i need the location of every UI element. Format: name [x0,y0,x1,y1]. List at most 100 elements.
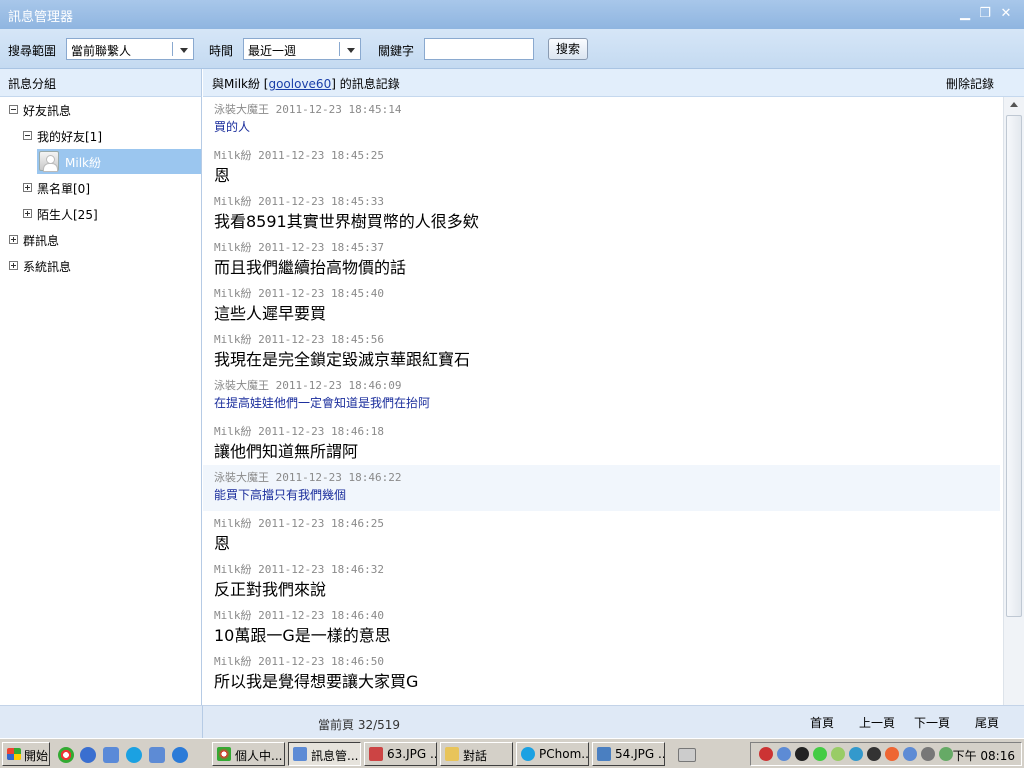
collapse-icon[interactable] [9,105,18,114]
chevron-down-icon[interactable] [180,48,188,53]
pagination-bar: 當前頁 32/519 首頁 上一頁 下一頁 尾頁 [203,705,1024,738]
start-label: 開始 [24,749,49,763]
message-text: 恩 [214,534,231,553]
message-text: 我現在是完全鎖定毀滅京華跟紅寶石 [214,350,471,369]
range-select[interactable]: 當前聯繫人 [66,38,194,60]
time-select-value: 最近一週 [248,44,297,58]
taskbar: 開始 個人中... 訊息管... 63.JPG ... 對話 PChom... … [0,738,1024,768]
tray-app-icon[interactable] [903,747,917,761]
message-item: 泳裝大魔王 2011-12-23 18:46:09 在提高娃娃他們一定會知道是我… [203,373,1000,419]
expand-icon[interactable] [23,183,32,192]
start-button[interactable]: 開始 [2,742,50,766]
task-label: 對話 [463,749,488,763]
tray-app-icon[interactable] [849,747,863,761]
task-item[interactable]: 個人中... [212,742,285,766]
media-player-icon[interactable] [80,747,96,763]
image-icon [597,747,611,761]
tree-node-label: 群訊息 [23,234,60,248]
message-meta: Milk紛 2011-12-23 18:46:18 [214,423,384,439]
message-time: 2011-12-23 18:45:37 [258,241,384,254]
messenger-icon [293,747,307,761]
message-meta: 泳裝大魔王 2011-12-23 18:46:09 [214,377,401,393]
tray-app-icon[interactable] [867,747,881,761]
volume-icon[interactable] [939,747,953,761]
tray-app-icon[interactable] [777,747,791,761]
tray-app-icon[interactable] [813,747,827,761]
qq-icon[interactable] [795,747,809,761]
message-text: 反正對我們來說 [214,580,327,599]
expand-icon[interactable] [9,235,18,244]
task-item[interactable]: 對話 [440,742,513,766]
message-time: 2011-12-23 18:46:22 [275,471,402,484]
search-toolbar: 搜尋範圍 當前聯繫人 時間 最近一週 關鍵字 搜索 [0,29,1024,69]
close-icon[interactable]: ✕ [997,5,1015,23]
time-select[interactable]: 最近一週 [243,38,361,60]
keyboard-icon[interactable] [678,748,696,762]
chevron-down-icon[interactable] [347,48,355,53]
chrome-icon[interactable] [58,747,74,763]
message-meta: Milk紛 2011-12-23 18:46:25 [214,515,384,531]
message-item: Milk紛 2011-12-23 18:46:40 10萬跟一G是一樣的意思 [203,603,1000,649]
expand-icon[interactable] [23,209,32,218]
prev-page-link[interactable]: 上一頁 [859,714,895,731]
keyword-label: 關鍵字 [378,44,415,58]
message-meta: Milk紛 2011-12-23 18:46:50 [214,653,384,669]
message-text: 所以我是覺得想要讓大家買G [214,672,419,691]
message-item: Milk紛 2011-12-23 18:46:50 所以我是覺得想要讓大家買G [203,649,1000,695]
keyword-input[interactable] [424,38,534,60]
expand-icon[interactable] [9,261,18,270]
message-item: 泳裝大魔王 2011-12-23 18:45:14 買的人 [203,97,1000,143]
message-time: 2011-12-23 18:45:33 [258,195,384,208]
page-info: 當前頁 32/519 [318,718,401,732]
restore-icon[interactable]: ❐ [976,5,994,23]
task-item[interactable]: PChom... [516,742,589,766]
message-time: 2011-12-23 18:46:25 [258,517,384,530]
task-label: 63.JPG ... [387,747,437,761]
message-meta: Milk紛 2011-12-23 18:45:25 [214,147,384,163]
messenger-icon[interactable] [149,747,165,763]
task-label: PChom... [539,747,589,761]
message-item: Milk紛 2011-12-23 18:46:25 恩 [203,511,1000,557]
group-panel-title: 訊息分組 [8,77,57,91]
task-item[interactable]: 訊息管... [288,742,361,766]
search-button[interactable]: 搜索 [548,38,588,60]
skype-icon[interactable] [126,747,142,763]
ie-icon[interactable] [172,747,188,763]
collapse-icon[interactable] [23,131,32,140]
message-text: 能買下高擋只有我們幾個 [214,488,347,502]
message-text: 讓他們知道無所謂阿 [214,442,359,461]
tree-node-label: 我的好友[1] [37,130,102,144]
combo-divider [172,42,173,56]
title-bar: 訊息管理器 ▁ ❐ ✕ [0,0,1024,29]
task-label: 訊息管... [311,749,359,763]
task-item[interactable]: 63.JPG ... [364,742,437,766]
next-page-link[interactable]: 下一頁 [914,714,950,731]
tray-app-icon[interactable] [921,747,935,761]
task-label: 個人中... [235,749,283,763]
firefox-icon[interactable] [885,747,899,761]
message-list: 泳裝大魔王 2011-12-23 18:45:14 買的人 Milk紛 2011… [203,97,1003,705]
tree-node-contact-milk[interactable]: Milk紛 [37,149,201,174]
last-page-link[interactable]: 尾頁 [975,714,999,731]
message-meta: Milk紛 2011-12-23 18:45:33 [214,193,384,209]
first-page-link[interactable]: 首頁 [810,714,834,731]
combo-divider [339,42,340,56]
message-text: 恩 [214,166,231,185]
message-meta: 泳裝大魔王 2011-12-23 18:45:14 [214,101,401,117]
message-time: 2011-12-23 18:45:56 [258,333,384,346]
scroll-thumb[interactable] [1006,115,1022,617]
scroll-up-icon[interactable] [1004,97,1024,113]
task-item[interactable]: 54.JPG ... [592,742,665,766]
contact-id-link[interactable]: goolove60 [268,77,331,91]
folder-icon [445,747,459,761]
delete-records-button[interactable]: 刪除記錄 [946,75,994,92]
message-text: 買的人 [214,120,251,134]
chrome-icon [217,747,231,761]
tray-app-icon[interactable] [831,747,845,761]
message-sender: Milk紛 [214,517,252,530]
minimize-icon[interactable]: ▁ [956,5,974,23]
message-scrollbar[interactable] [1003,97,1024,705]
message-item: Milk紛 2011-12-23 18:46:18 讓他們知道無所謂阿 [203,419,1000,465]
tray-app-icon[interactable] [759,747,773,761]
settings-icon[interactable] [103,747,119,763]
